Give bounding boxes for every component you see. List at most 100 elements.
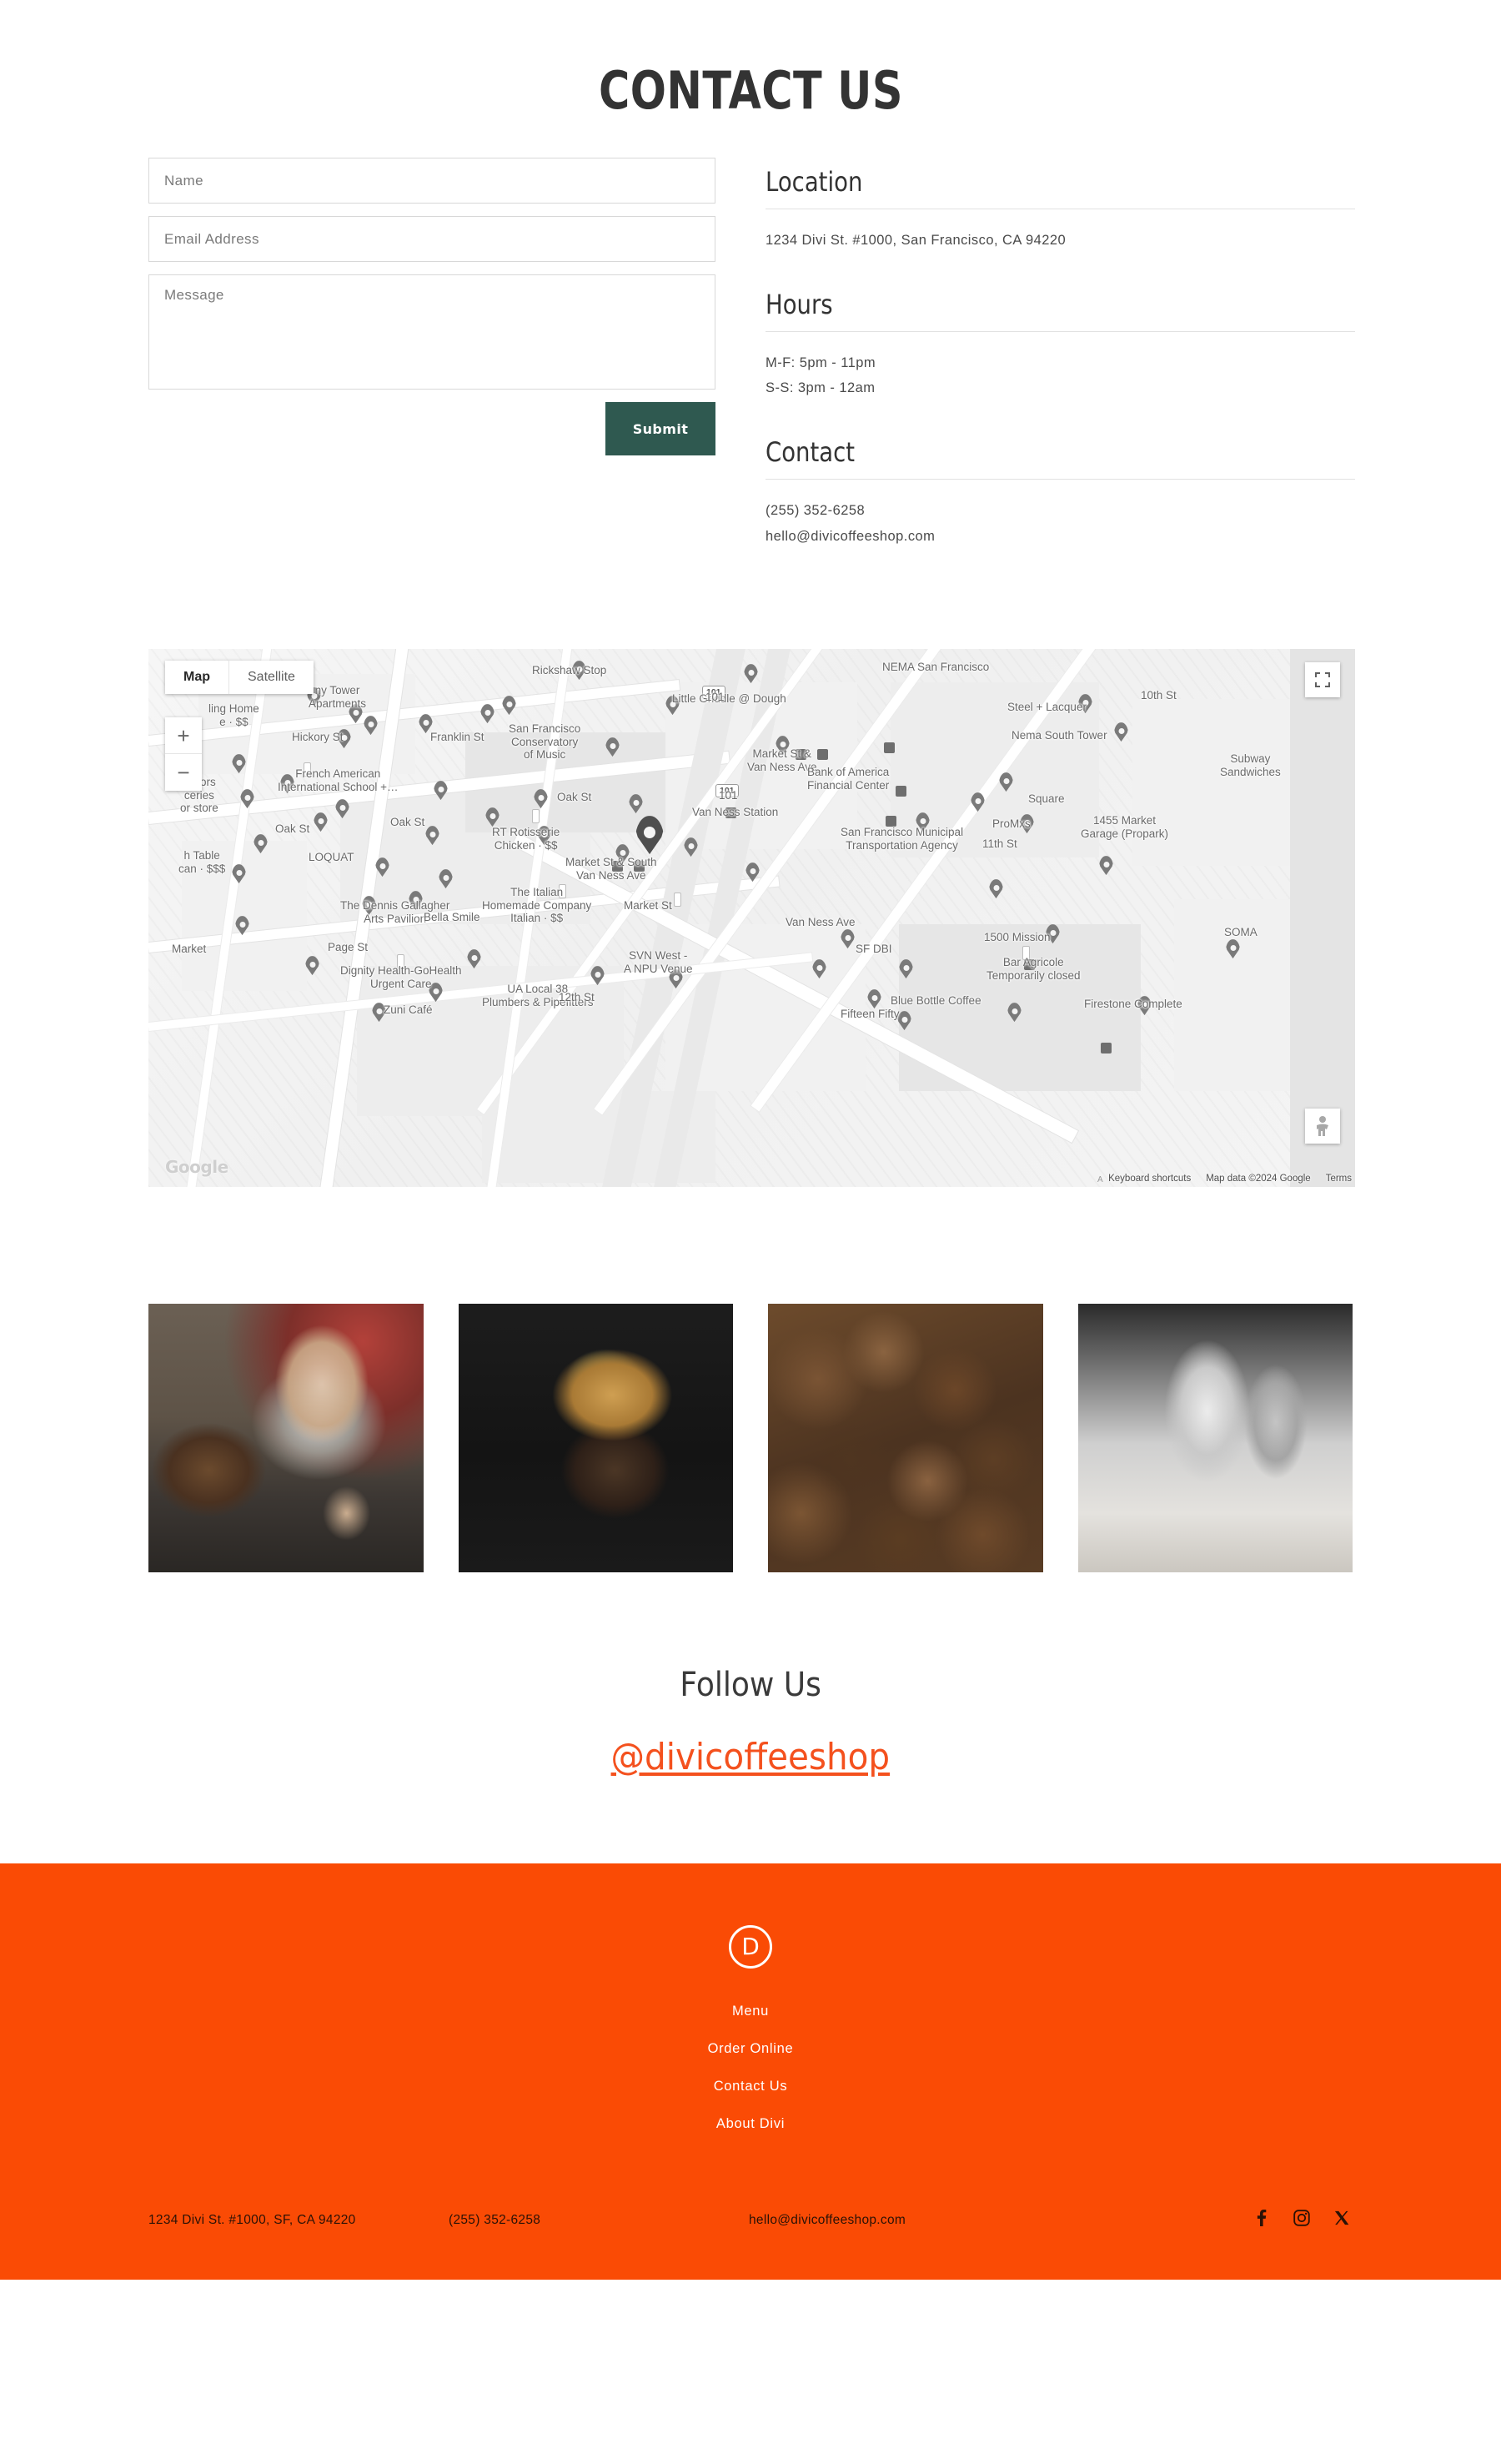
footer-email: hello@divicoffeeshop.com	[749, 2213, 906, 2228]
message-input[interactable]	[148, 274, 715, 390]
map-poi-label: Franklin St	[430, 731, 484, 744]
hours-heading: Hours	[766, 288, 833, 320]
location-block: Location 1234 Divi St. #1000, San Franci…	[766, 166, 1355, 254]
map-poi-label: The Italian Homemade Company Italian · $$	[482, 886, 592, 925]
footer-link-contact-us[interactable]: Contact Us	[0, 2079, 1501, 2094]
google-map[interactable]: 101 101 Rickshaw Stop NEMA San Francisco…	[148, 649, 1355, 1188]
footer-logo-wrap: D	[0, 1925, 1501, 1969]
page-title-section: CONTACT US	[0, 0, 1501, 158]
keyboard-shortcuts-label: Keyboard shortcuts	[1108, 1174, 1192, 1184]
location-address: 1234 Divi St. #1000, San Francisco, CA 9…	[766, 233, 1067, 249]
map-poi-label: Page St	[328, 941, 369, 954]
contact-divider	[766, 479, 1355, 480]
site-footer: D Menu Order Online Contact Us About Div…	[0, 1863, 1501, 2280]
map-poi-label: San Francisco Municipal Transportation Ag…	[841, 826, 964, 852]
keyboard-shortcut-icon: A	[1097, 1175, 1103, 1183]
map-poi-label: 12th St	[559, 991, 595, 1004]
map-poi-label: Steel + Lacquer	[1007, 701, 1087, 714]
zoom-in-button[interactable]: +	[165, 717, 202, 755]
map-poi-label: 101	[705, 691, 725, 704]
location-heading: Location	[766, 166, 863, 198]
map-poi-label: ProMxs	[992, 817, 1031, 831]
footer-social-links	[1253, 2209, 1351, 2227]
svg-text:A: A	[1097, 1175, 1103, 1183]
map-zoom-control[interactable]: + −	[165, 717, 202, 792]
gallery-image-pour-over[interactable]	[1077, 1304, 1353, 1573]
contact-block: Contact (255) 352-6258 hello@divicoffees…	[766, 435, 1355, 549]
map-tiles[interactable]: 101 101 Rickshaw Stop NEMA San Francisco…	[148, 649, 1355, 1188]
gallery-image-espresso-tamping[interactable]	[148, 1304, 424, 1573]
map-poi-label: 11th St	[982, 837, 1017, 851]
hours-weekend: S-S: 3pm - 12am	[766, 380, 876, 396]
footer-address: 1234 Divi St. #1000, SF, CA 94220	[148, 2213, 356, 2228]
map-terms-link[interactable]: Terms	[1326, 1174, 1352, 1184]
contact-section: Submit Location 1234 Divi St. #1000, San…	[0, 158, 1501, 549]
street-view-pegman-button[interactable]	[1305, 1109, 1340, 1144]
map-poi-label: RT Rotisserie Chicken · $$	[492, 826, 560, 852]
fullscreen-button[interactable]	[1305, 662, 1340, 698]
map-poi-label: 1500 Mission	[984, 931, 1051, 944]
map-side-panel	[1290, 649, 1355, 1188]
map-poi-label: Square	[1028, 792, 1065, 806]
contact-phone: (255) 352-6258	[766, 503, 866, 519]
zoom-out-button[interactable]: −	[165, 754, 202, 791]
map-poi-label: LOQUAT	[309, 851, 354, 864]
instagram-handle-link[interactable]: @divicoffeeshop	[611, 1736, 891, 1778]
photo-gallery	[0, 1187, 1501, 1573]
hours-divider	[766, 330, 1355, 332]
map-poi-label: Bar Agricole Temporarily closed	[986, 956, 1081, 982]
page-title: CONTACT US	[598, 60, 903, 121]
map-poi-label: ling Home e · $$	[208, 702, 259, 728]
map-poi-label: Market St & South Van Ness Ave	[565, 856, 657, 882]
email-input[interactable]	[148, 216, 715, 262]
map-poi-label: Oak St	[275, 822, 310, 836]
footer-link-about-divi[interactable]: About Divi	[0, 2116, 1501, 2132]
map-poi-label: SVN West -A NPU Venue	[624, 949, 693, 975]
map-section: 101 101 Rickshaw Stop NEMA San Francisco…	[0, 549, 1501, 1188]
map-poi-label: Oak St	[390, 816, 425, 829]
map-location-marker[interactable]	[635, 816, 664, 855]
keyboard-shortcuts-button[interactable]: A Keyboard shortcuts	[1097, 1174, 1191, 1184]
contact-email: hello@divicoffeeshop.com	[766, 528, 936, 544]
map-poi-label: Little Griddle @ Dough	[672, 692, 786, 706]
map-poi-label: San Francisco Conservatory of Music	[509, 722, 581, 762]
map-poi-label: Oak St	[557, 791, 592, 804]
gallery-image-muffin[interactable]	[458, 1304, 733, 1573]
map-poi-label: 10th St	[1141, 689, 1177, 702]
map-poi-label: Dignity Health-GoHealth Urgent Care	[340, 964, 462, 990]
contact-form: Submit	[148, 158, 715, 455]
map-poi-label: Market	[172, 943, 207, 956]
instagram-icon[interactable]	[1293, 2209, 1311, 2227]
follow-us-title: Follow Us	[680, 1666, 821, 1705]
map-poi-label: Van Ness Station	[692, 806, 779, 819]
map-data-attribution: Map data ©2024 Google	[1206, 1174, 1311, 1184]
name-input[interactable]	[148, 158, 715, 204]
map-poi-label: 1455 Market Garage (Propark)	[1081, 814, 1169, 840]
x-twitter-glyph	[1334, 2211, 1349, 2225]
map-type-control[interactable]: Map Satellite	[165, 661, 314, 695]
gallery-image-coffee-beans[interactable]	[768, 1304, 1043, 1573]
hours-block: Hours M-F: 5pm - 11pm S-S: 3pm - 12am	[766, 288, 1355, 401]
follow-us-section: Follow Us @divicoffeeshop	[0, 1572, 1501, 1778]
map-poi-label: Nema South Tower	[1012, 729, 1107, 742]
divi-logo-icon[interactable]: D	[729, 1925, 772, 1969]
footer-link-menu[interactable]: Menu	[0, 2004, 1501, 2019]
fullscreen-icon	[1315, 672, 1330, 688]
map-poi-label: ny Tower Apartments	[309, 684, 367, 710]
map-poi-label: 101	[719, 789, 738, 802]
facebook-icon[interactable]	[1253, 2209, 1271, 2227]
submit-button[interactable]: Submit	[605, 402, 715, 455]
google-watermark: Google	[165, 1157, 228, 1178]
footer-phone: (255) 352-6258	[449, 2213, 541, 2228]
hours-weekday: M-F: 5pm - 11pm	[766, 355, 876, 370]
contact-heading: Contact	[766, 435, 856, 468]
map-type-map-button[interactable]: Map	[165, 661, 228, 695]
map-poi-label: Market St	[624, 899, 672, 913]
map-poi-label: Van Ness Ave	[786, 916, 856, 929]
map-type-satellite-button[interactable]: Satellite	[228, 661, 314, 695]
map-poi-label: Firestone Complete	[1084, 998, 1182, 1011]
map-poi-label: h Table can · $$$	[178, 849, 226, 875]
facebook-glyph	[1257, 2210, 1267, 2227]
footer-link-order-online[interactable]: Order Online	[0, 2041, 1501, 2057]
x-twitter-icon[interactable]	[1333, 2209, 1351, 2227]
